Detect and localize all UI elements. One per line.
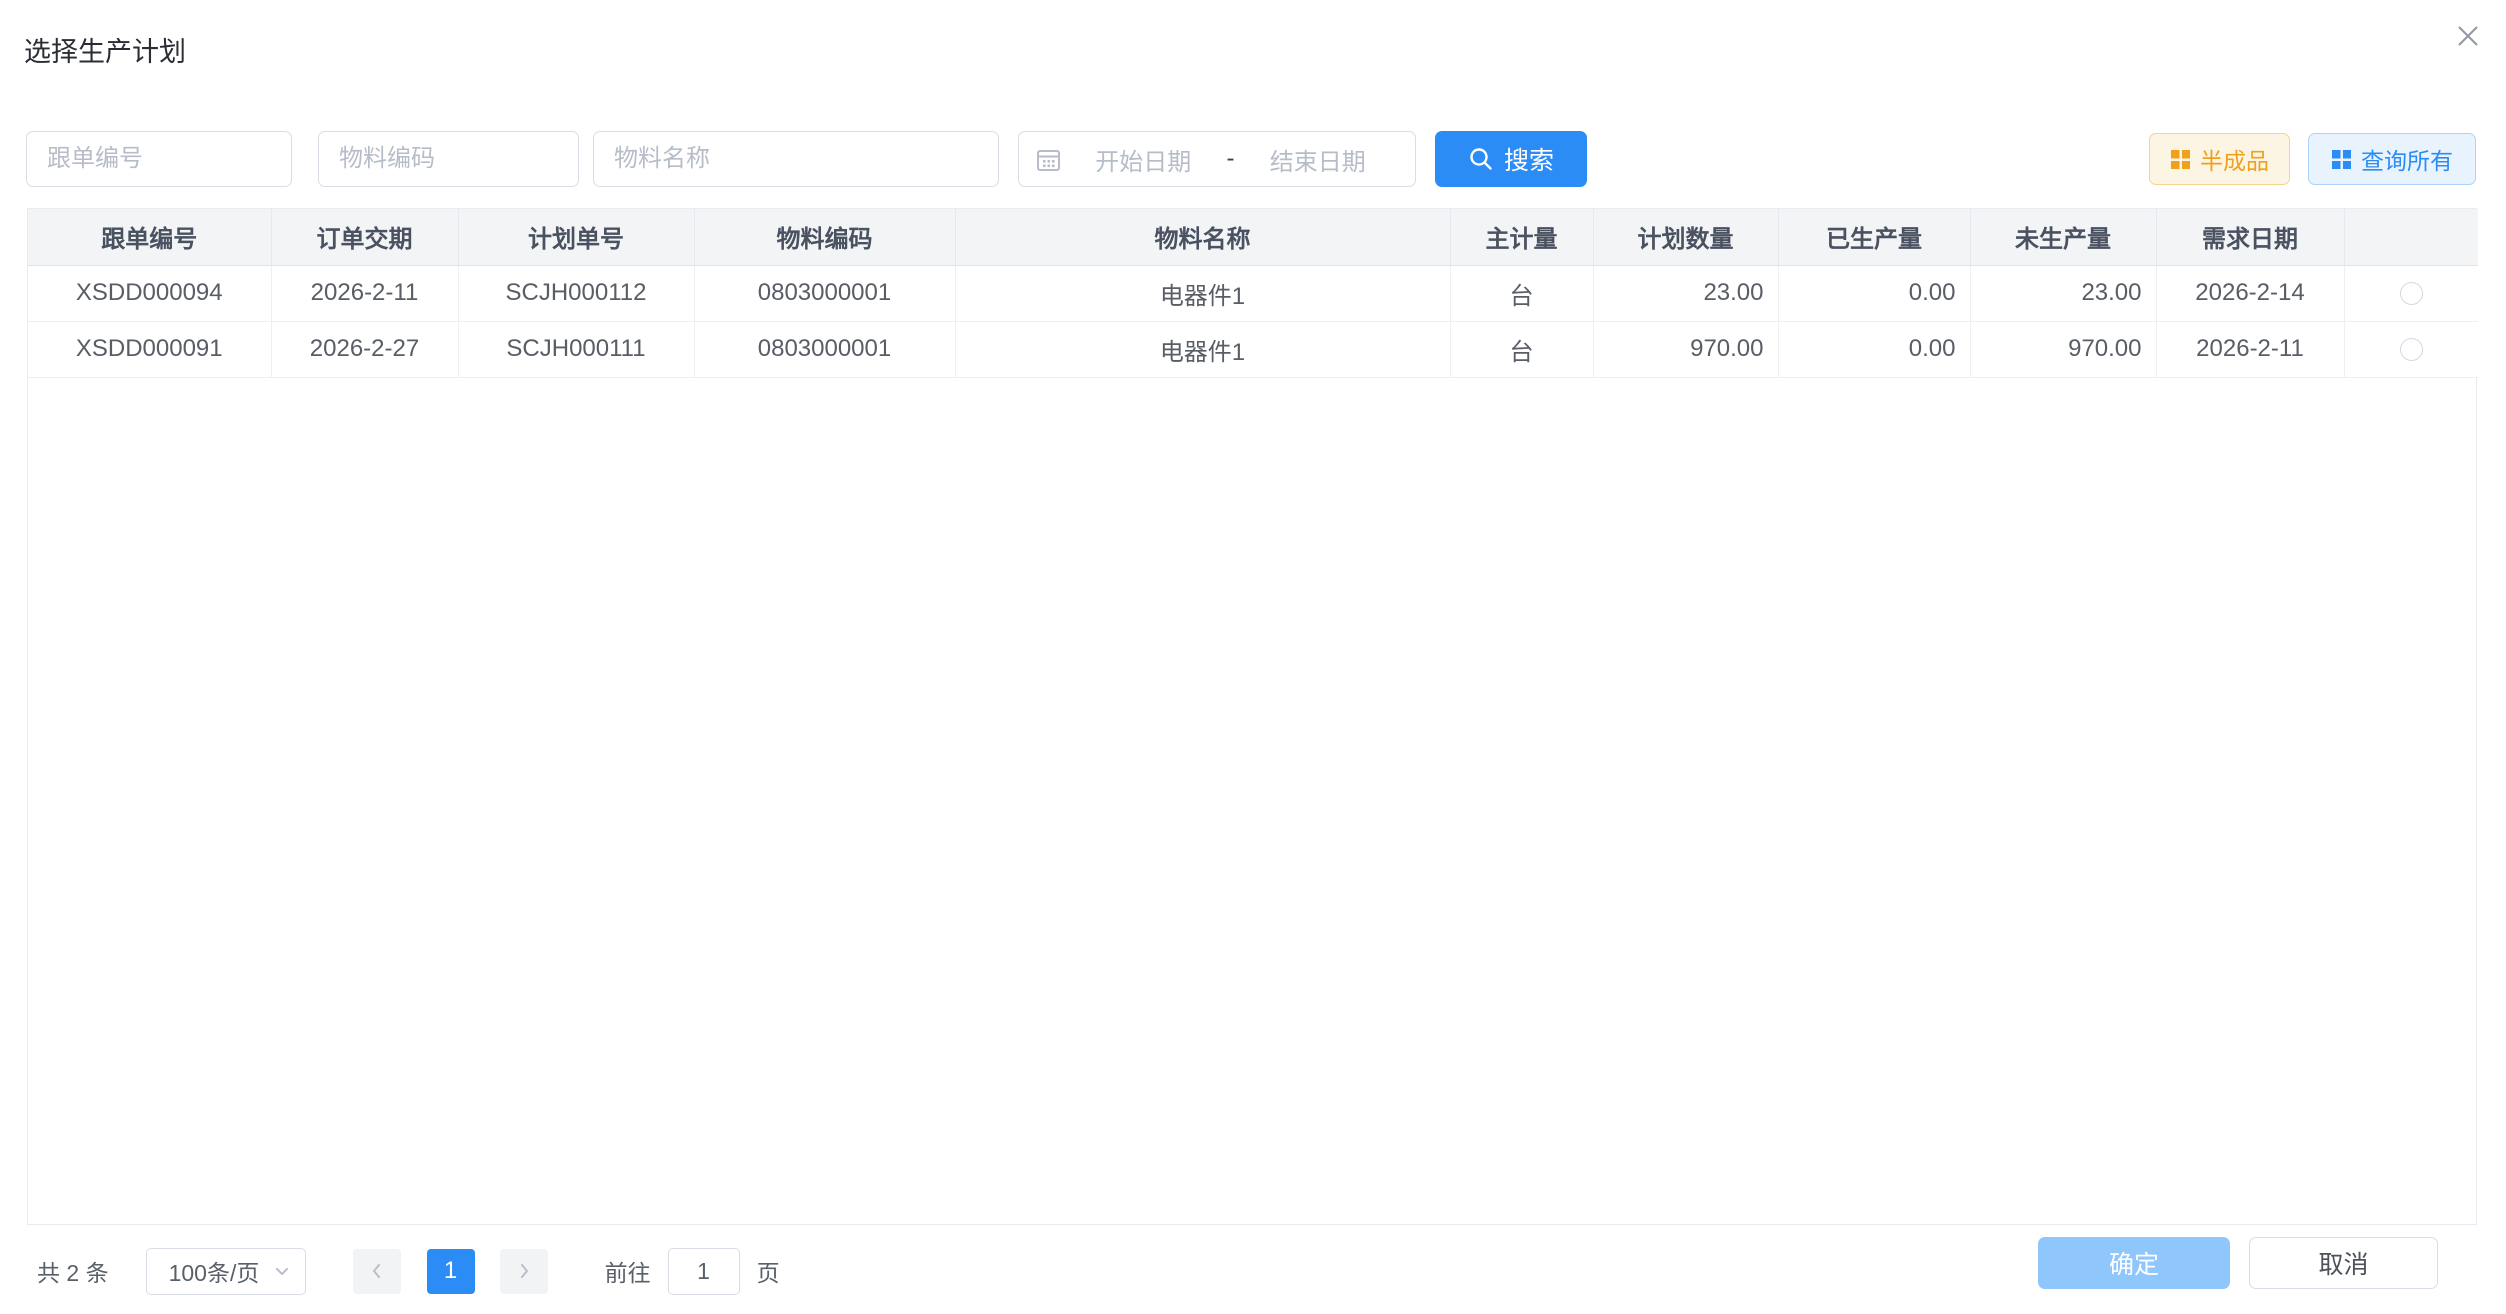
table-row[interactable]: XSDD000091 2026-2-27 SCJH000111 08030000… (28, 321, 2478, 377)
search-button-label: 搜索 (1504, 141, 1554, 177)
cell-order-no: XSDD000094 (28, 265, 271, 321)
goto-page-label: 前往 (605, 1254, 651, 1288)
chevron-down-icon (272, 1261, 292, 1281)
production-plan-table: 跟单编号 订单交期 计划单号 物料编码 物料名称 主计量 计划数量 已生产量 未… (27, 208, 2477, 1225)
cell-plan-no: SCJH000111 (458, 321, 694, 377)
grid-icon (2170, 149, 2191, 170)
cell-material-code: 0803000001 (694, 265, 955, 321)
search-button[interactable]: 搜索 (1435, 131, 1587, 187)
page-size-value: 100条/页 (169, 1254, 260, 1288)
row-radio-button[interactable] (2400, 282, 2423, 305)
next-page-button[interactable] (500, 1249, 548, 1294)
date-start-placeholder[interactable]: 开始日期 (1062, 142, 1225, 177)
table-header-row: 跟单编号 订单交期 计划单号 物料编码 物料名称 主计量 计划数量 已生产量 未… (28, 209, 2478, 265)
material-name-input[interactable] (593, 131, 999, 187)
cell-unproduced-qty: 23.00 (1970, 265, 2156, 321)
close-icon (2454, 22, 2482, 50)
select-production-plan-dialog: 选择生产计划 开始日期 - 结束日期 搜索 (0, 0, 2506, 1314)
cell-produced-qty: 0.00 (1778, 265, 1970, 321)
cell-material-code: 0803000001 (694, 321, 955, 377)
grid-icon (2331, 149, 2352, 170)
cell-unit: 台 (1450, 321, 1593, 377)
cell-order-due-date: 2026-2-11 (271, 265, 458, 321)
table-row[interactable]: XSDD000094 2026-2-11 SCJH000112 08030000… (28, 265, 2478, 321)
col-header-material-name: 物料名称 (955, 209, 1450, 265)
cell-planned-qty: 23.00 (1593, 265, 1778, 321)
page-number-1[interactable]: 1 (427, 1249, 475, 1294)
prev-page-button[interactable] (353, 1249, 401, 1294)
query-all-label: 查询所有 (2361, 142, 2453, 176)
confirm-button[interactable]: 确定 (2038, 1237, 2230, 1289)
close-button[interactable] (2450, 18, 2486, 54)
goto-page-input[interactable] (668, 1248, 740, 1295)
semi-finished-label: 半成品 (2200, 142, 2269, 176)
row-radio-button[interactable] (2400, 338, 2423, 361)
query-all-button[interactable]: 查询所有 (2308, 133, 2476, 185)
col-header-plan-no: 计划单号 (458, 209, 694, 265)
cell-plan-no: SCJH000112 (458, 265, 694, 321)
col-header-order-due-date: 订单交期 (271, 209, 458, 265)
date-range-picker[interactable]: 开始日期 - 结束日期 (1018, 131, 1416, 187)
date-end-placeholder[interactable]: 结束日期 (1237, 142, 1400, 177)
col-header-planned-qty: 计划数量 (1593, 209, 1778, 265)
col-header-select (2344, 209, 2478, 265)
cell-planned-qty: 970.00 (1593, 321, 1778, 377)
calendar-icon (1035, 146, 1062, 173)
cell-select (2344, 265, 2478, 321)
date-range-separator: - (1225, 145, 1237, 173)
semi-finished-button[interactable]: 半成品 (2149, 133, 2290, 185)
cell-unit: 台 (1450, 265, 1593, 321)
cell-produced-qty: 0.00 (1778, 321, 1970, 377)
chevron-right-icon (514, 1261, 534, 1281)
cancel-button[interactable]: 取消 (2249, 1237, 2438, 1289)
chevron-left-icon (367, 1261, 387, 1281)
page-size-select[interactable]: 100条/页 (146, 1248, 306, 1295)
dialog-title: 选择生产计划 (24, 36, 186, 68)
col-header-order-no: 跟单编号 (28, 209, 271, 265)
col-header-material-code: 物料编码 (694, 209, 955, 265)
page-unit-label: 页 (757, 1254, 780, 1288)
order-no-input[interactable] (26, 131, 292, 187)
cell-demand-date: 2026-2-14 (2156, 265, 2344, 321)
col-header-unit: 主计量 (1450, 209, 1593, 265)
pagination-total: 共 2 条 (37, 1254, 109, 1288)
col-header-demand-date: 需求日期 (2156, 209, 2344, 265)
cell-material-name: 电器件1 (955, 265, 1450, 321)
cell-order-due-date: 2026-2-27 (271, 321, 458, 377)
cell-order-no: XSDD000091 (28, 321, 271, 377)
cell-unproduced-qty: 970.00 (1970, 321, 2156, 377)
search-icon (1468, 146, 1494, 172)
cell-demand-date: 2026-2-11 (2156, 321, 2344, 377)
cell-material-name: 电器件1 (955, 321, 1450, 377)
cell-select (2344, 321, 2478, 377)
col-header-unproduced-qty: 未生产量 (1970, 209, 2156, 265)
pagination-bar: 共 2 条 100条/页 1 前往 页 (37, 1247, 780, 1295)
col-header-produced-qty: 已生产量 (1778, 209, 1970, 265)
material-code-input[interactable] (318, 131, 579, 187)
